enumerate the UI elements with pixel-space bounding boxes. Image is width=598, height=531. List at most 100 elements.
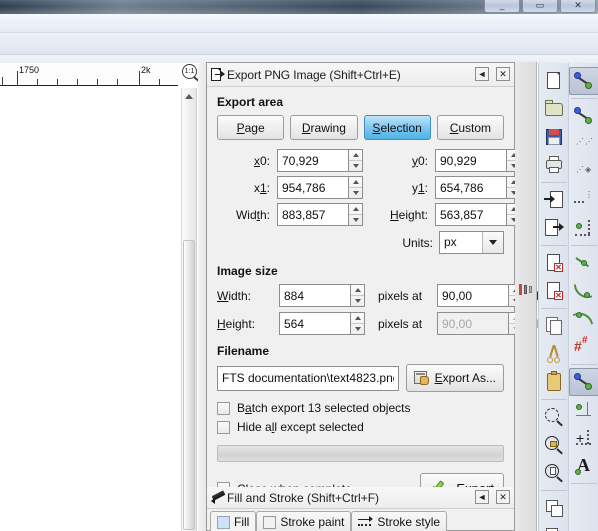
zoom-selection-button[interactable] [539, 403, 569, 431]
x1-spinner[interactable] [277, 176, 375, 199]
join-node-button[interactable]: ⋮ [569, 186, 598, 214]
close-button[interactable]: ✕ [560, 0, 596, 13]
node-editor-button[interactable] [569, 67, 598, 95]
x1-stepper[interactable] [348, 176, 363, 199]
node-symmetric-button[interactable]: # # [569, 333, 598, 361]
toolbar-separator [570, 98, 597, 99]
image-width-input[interactable] [279, 284, 350, 307]
area-width-stepper[interactable] [348, 203, 363, 226]
export-dialog-titlebar[interactable]: Export PNG Image (Shift+Ctrl+E) ◄ ✕ [207, 63, 514, 87]
export-dialog-close-button[interactable]: ✕ [496, 67, 510, 81]
zoom-selection-icon [544, 407, 564, 427]
join-segment-button[interactable] [569, 214, 598, 242]
ruler-tick [159, 79, 160, 85]
image-height-stepper[interactable] [350, 312, 365, 335]
export-area-drawing-label: rawing [310, 120, 346, 135]
clone-button[interactable] [539, 522, 569, 531]
save-document-button[interactable] [539, 123, 569, 151]
y1-input[interactable] [435, 176, 506, 199]
node-cusp-button[interactable] [569, 277, 598, 305]
toolbar-separator [570, 483, 597, 484]
redo-button[interactable]: ✕ [539, 277, 569, 305]
stroke-to-path-button[interactable] [569, 396, 598, 424]
open-document-button[interactable] [539, 95, 569, 123]
command-toolbar[interactable] [0, 33, 598, 55]
insert-node-button[interactable] [569, 102, 598, 130]
image-width-stepper[interactable] [350, 284, 365, 307]
units-select[interactable]: px [439, 231, 504, 254]
area-height-input[interactable] [435, 203, 506, 226]
x0-stepper[interactable] [348, 149, 363, 172]
delete-node-button[interactable]: ⋰⋰ [569, 130, 598, 158]
minimize-button[interactable]: _ [484, 0, 520, 13]
hide-all-row[interactable]: Hide all except selected [217, 420, 504, 434]
units-row: Units: px [217, 231, 504, 254]
window-controls[interactable]: _ ▭ ✕ [484, 0, 596, 13]
fill-stroke-titlebar[interactable]: Fill and Stroke (Shift+Ctrl+F) ◄ ✕ [207, 487, 514, 509]
y1-label: y1: [411, 180, 428, 195]
toolbar-separator [570, 364, 597, 365]
drawing-canvas[interactable] [0, 86, 178, 531]
image-width-label: Width: [217, 288, 252, 303]
tab-fill[interactable]: Fill [210, 511, 257, 531]
fill-stroke-collapse-button[interactable]: ◄ [475, 490, 489, 504]
image-width-spinner[interactable] [279, 284, 371, 307]
scrollbar-thumb[interactable] [183, 240, 195, 530]
print-document-button[interactable] [539, 151, 569, 179]
export-area-selection-button[interactable]: Selection [363, 115, 431, 140]
fill-stroke-close-button[interactable]: ✕ [496, 490, 510, 504]
area-width-spinner[interactable] [277, 203, 375, 226]
y0-input[interactable] [435, 149, 506, 172]
export-button-toolbar[interactable] [539, 214, 569, 242]
x0-spinner[interactable] [277, 149, 375, 172]
show-handles-button[interactable]: + [569, 424, 598, 452]
hide-all-checkbox[interactable] [217, 420, 230, 434]
batch-export-row[interactable]: Batch export 13 selected objects [217, 401, 504, 415]
text-node-button[interactable]: A [569, 452, 598, 480]
export-area-heading: Export area [217, 95, 284, 109]
import-button[interactable] [539, 186, 569, 214]
copy-button[interactable] [539, 312, 569, 340]
duplicate-button[interactable] [539, 494, 569, 522]
scroll-up-button[interactable] [182, 88, 196, 104]
menu-bar[interactable] [0, 14, 598, 33]
undo-button[interactable]: ✕ [539, 249, 569, 277]
tab-stroke-paint[interactable]: Stroke paint [256, 511, 352, 531]
tab-stroke-style[interactable]: Stroke style [351, 511, 448, 531]
export-as-button[interactable]: Export As... [405, 364, 504, 392]
filename-input[interactable] [217, 365, 399, 391]
export-area-custom-button[interactable]: Custom [436, 115, 504, 140]
x1-input[interactable] [277, 176, 348, 199]
export-as-icon [413, 370, 430, 386]
object-to-path-button[interactable] [569, 368, 598, 396]
units-value: px [444, 235, 457, 249]
batch-export-checkbox[interactable] [217, 401, 230, 415]
export-area-drawing-button[interactable]: Drawing [290, 115, 358, 140]
cut-button[interactable] [539, 340, 569, 368]
chevron-down-icon[interactable] [482, 232, 503, 253]
canvas-vertical-scrollbar[interactable] [181, 88, 197, 531]
new-document-button[interactable] [539, 67, 569, 95]
delete-segment-button[interactable] [569, 249, 598, 277]
maximize-button[interactable]: ▭ [522, 0, 558, 13]
export-area-page-button[interactable]: Page [217, 115, 285, 140]
break-path-button[interactable]: ⋰◈ [569, 158, 598, 186]
paste-button[interactable] [539, 368, 569, 396]
commands-toolbar: ✕ ✕ [538, 63, 568, 531]
zoom-page-button[interactable] [539, 459, 569, 487]
zoom-drawing-button[interactable] [539, 431, 569, 459]
stepper-up-icon [351, 313, 364, 324]
btn-label-selection-initial: S [372, 120, 381, 135]
export-dialog-collapse-button[interactable]: ◄ [475, 67, 489, 81]
x0-input[interactable] [277, 149, 348, 172]
image-height-spinner[interactable] [279, 312, 371, 335]
image-height-input[interactable] [279, 312, 350, 335]
image-width-dpi-input[interactable] [437, 284, 508, 307]
tab-align-and-distribute[interactable]: Align and Distribute (Shift+Ctrl+A) [515, 62, 598, 312]
fill-stroke-title: Fill and Stroke (Shift+Ctrl+F) [227, 490, 380, 505]
redo-icon: ✕ [544, 281, 564, 301]
image-width-dpi-spinner[interactable] [437, 284, 525, 307]
node-smooth-button[interactable] [569, 305, 598, 333]
area-width-input[interactable] [277, 203, 348, 226]
show-handles-icon: + [573, 428, 595, 448]
